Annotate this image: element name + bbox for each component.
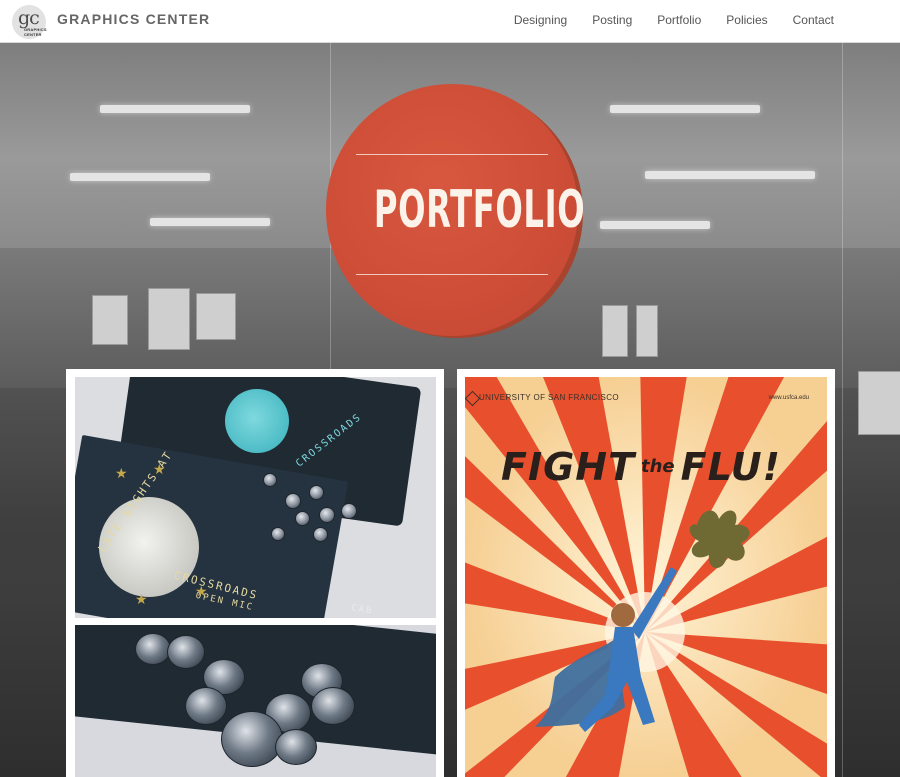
wall-poster (148, 288, 190, 350)
button-pin (271, 527, 285, 541)
button-pin (185, 687, 227, 725)
ceiling-light (150, 218, 270, 226)
sunburst-rays (465, 377, 827, 777)
badge-rule-bottom (356, 274, 548, 275)
poster-url: www.usfca.edu (768, 395, 809, 401)
wall-poster (636, 305, 658, 357)
button-pin (285, 493, 301, 509)
portfolio-item-crossroads[interactable]: CROSSROADS LATE NIGHTS AT CROSSROADS OPE… (66, 369, 444, 777)
poster-title-2: the (641, 456, 675, 477)
logo-subtext: GRAPHICS CENTER (24, 27, 47, 37)
nav-policies[interactable]: Policies (726, 13, 767, 27)
star-icon: ★ (153, 461, 166, 477)
poster-org: UNIVERSITY OF SAN FRANCISCO (479, 393, 620, 402)
nav-posting[interactable]: Posting (592, 13, 632, 27)
button-pin (221, 711, 283, 767)
wall-poster (602, 305, 628, 357)
button-pin (275, 729, 317, 765)
fight-the-flu-poster: UNIVERSITY OF SAN FRANCISCO www.usfca.ed… (465, 377, 827, 777)
ceiling-light (600, 221, 710, 229)
crossroads-flyer-photo: CROSSROADS LATE NIGHTS AT CROSSROADS OPE… (75, 377, 436, 618)
portfolio-item-fight-the-flu[interactable]: UNIVERSITY OF SAN FRANCISCO www.usfca.ed… (457, 369, 835, 777)
button-pin (135, 633, 171, 665)
nav-contact[interactable]: Contact (793, 13, 834, 27)
crossroads-buttons-photo (75, 625, 436, 777)
wall-poster (92, 295, 128, 345)
ceiling-light (70, 173, 210, 181)
logo-mark: gc (18, 7, 40, 29)
poster-title-1: FIGHT (501, 445, 636, 489)
poster-title-3: FLU! (680, 445, 781, 489)
portfolio-badge: PORTFOLIO (326, 84, 586, 336)
poster-title: FIGHT the FLU! (501, 445, 781, 489)
button-pin (311, 687, 355, 725)
brand-name[interactable]: GRAPHICS CENTER (57, 11, 210, 27)
cab-mark: CAB (350, 603, 374, 617)
star-icon: ★ (195, 583, 208, 599)
star-icon: ★ (115, 465, 128, 481)
wall-poster (196, 293, 236, 340)
wall-poster (858, 371, 900, 435)
badge-rule-top (356, 154, 548, 155)
main-nav: Designing Posting Portfolio Policies Con… (514, 13, 834, 27)
button-pin (309, 485, 324, 500)
star-icon: ★ (135, 591, 148, 607)
ceiling-light (610, 105, 760, 113)
ceiling-light (645, 171, 815, 179)
logo-icon[interactable]: gc GRAPHICS CENTER (12, 5, 47, 39)
button-pin (263, 473, 277, 487)
ceiling-light (100, 105, 250, 113)
site-header: gc GRAPHICS CENTER GRAPHICS CENTER Desig… (0, 0, 900, 43)
button-pin (313, 527, 328, 542)
moon-face-print (225, 389, 289, 453)
button-pin (319, 507, 335, 523)
button-pin (341, 503, 357, 519)
badge-title: PORTFOLIO (373, 180, 586, 240)
nav-designing[interactable]: Designing (514, 13, 567, 27)
button-pin (167, 635, 205, 669)
button-pin (295, 511, 310, 526)
nav-portfolio[interactable]: Portfolio (657, 13, 701, 27)
glass-divider (842, 43, 843, 777)
